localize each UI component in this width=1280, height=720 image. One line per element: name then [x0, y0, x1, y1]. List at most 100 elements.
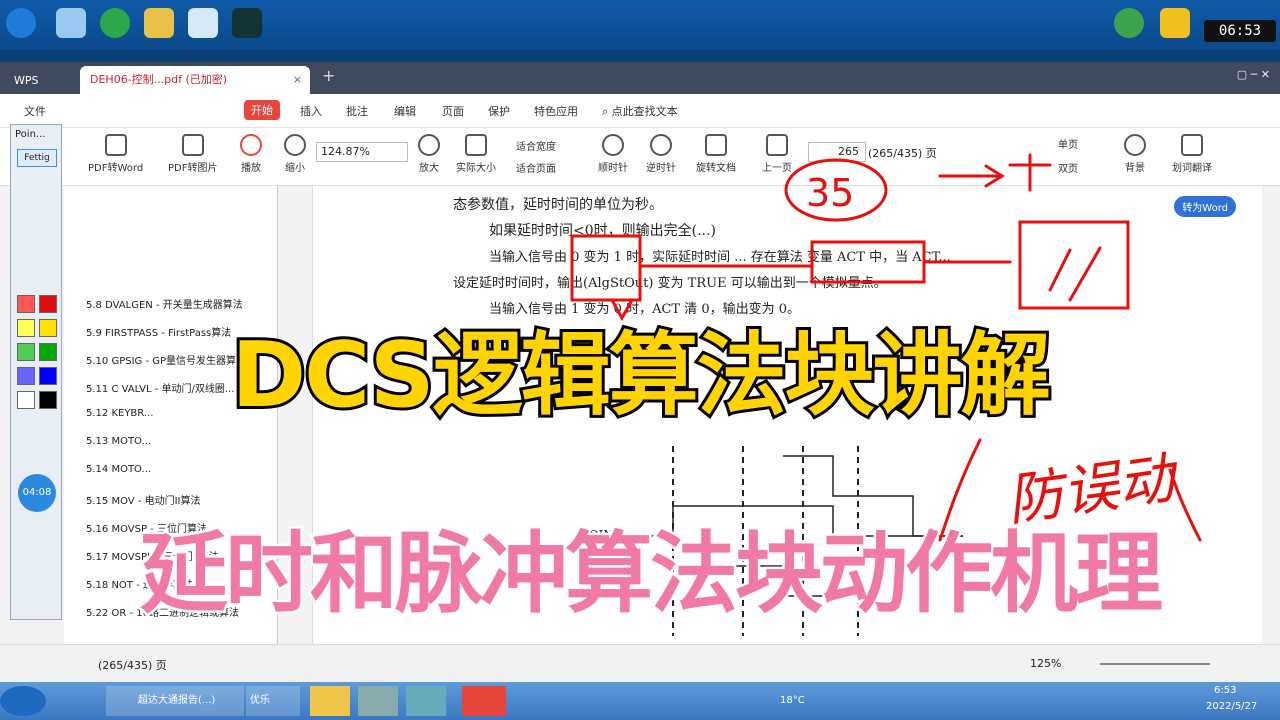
prev-page-label: 上一页 [762, 163, 792, 174]
swatch-red[interactable] [39, 295, 57, 313]
page-count: (265/435) 页 [868, 147, 937, 160]
status-bar: (265/435) 页 125% [0, 644, 1280, 682]
rotate-ccw-button[interactable]: 逆时针 [646, 134, 676, 174]
prev-page-button[interactable]: 上一页 [762, 134, 792, 174]
swatch-light-blue[interactable] [17, 367, 35, 385]
doc-line-2: 如果延时时间<0时，则输出完全(...) [489, 223, 716, 239]
taskbar-item-1[interactable]: 超达大通报告(...) [106, 686, 244, 716]
swatch-white[interactable] [17, 391, 35, 409]
swatch-light-green[interactable] [17, 343, 35, 361]
zoom-out-button[interactable]: 缩小 [284, 134, 306, 174]
fit-width-button[interactable]: 适合宽度 [516, 138, 556, 153]
computer-icon[interactable] [56, 8, 86, 38]
background-label: 背景 [1125, 163, 1145, 174]
swatch-green[interactable] [39, 343, 57, 361]
tab-document-title: DEH06-控制...pdf (已加密) [90, 73, 228, 86]
monitor-icon[interactable] [232, 8, 262, 38]
outline-item[interactable]: 5.8 DVALGEN - 开关量生成器算法 [86, 296, 243, 311]
taskbar-monitor-icon[interactable] [406, 686, 446, 716]
word-icon [104, 134, 127, 156]
background-button[interactable]: 背景 [1124, 134, 1146, 174]
menu-home[interactable]: 开始 [244, 100, 280, 120]
single-page-button[interactable]: 单页 [1058, 136, 1078, 151]
chart-icon[interactable] [188, 8, 218, 38]
start-button[interactable] [0, 686, 46, 716]
doc-line-4: 设定延时时间时，输出(AlgStOut) 变为 TRUE 可以输出到一个模拟量点… [453, 276, 887, 291]
outline-item[interactable]: 5.15 MOV - 电动门II算法 [86, 492, 200, 507]
play-button[interactable]: 播放 [240, 134, 262, 174]
rotate-doc-icon [705, 134, 727, 156]
menu-features[interactable]: 特色应用 [534, 103, 578, 119]
folder-search-icon[interactable] [144, 8, 174, 38]
translate-button[interactable]: 划词翻译 [1172, 134, 1212, 174]
outline-item[interactable]: 5.14 MOTO... [86, 464, 151, 475]
swatch-light-yellow[interactable] [17, 319, 35, 337]
rotate-doc-button[interactable]: 旋转文档 [696, 134, 736, 174]
pdf-to-word-button[interactable]: PDF转Word [88, 134, 143, 174]
overlay-main-title: DCS逻辑算法块讲解 [228, 320, 1053, 431]
toolbar: 手型 选择 PDF转Word PDF转图片 播放 缩小 124.87% 放大 实… [0, 128, 1280, 186]
green-ball-icon[interactable] [100, 8, 130, 38]
page-number-input[interactable]: 265 [808, 142, 866, 162]
pdf-to-image-label: PDF转图片 [168, 163, 218, 174]
tray-pen-icon[interactable] [1160, 8, 1190, 38]
outline-item[interactable]: 5.12 KEYBR... [86, 408, 153, 419]
pen-panel-title: Poin... [15, 129, 46, 140]
menu-insert[interactable]: 插入 [300, 103, 322, 119]
add-tab-icon[interactable]: + [322, 66, 335, 85]
zoom-slider[interactable] [1100, 663, 1210, 665]
overlay-subtitle: 延时和脉冲算法块动作机理 [137, 520, 1165, 628]
fit-page-button[interactable]: 适合页面 [516, 160, 556, 175]
menu-annotate[interactable]: 批注 [346, 103, 368, 119]
taskbar-folder-icon[interactable] [310, 686, 350, 716]
tab-document[interactable]: DEH06-控制...pdf (已加密) × [80, 66, 310, 94]
to-word-button[interactable]: 转为Word [1174, 196, 1236, 217]
doc-line-5: 当输入信号由 1 变为 0 时，ACT 清 0，输出变为 0。 [489, 302, 801, 317]
actual-size-label: 实际大小 [456, 163, 496, 174]
desktop-clock: 06:53 [1204, 20, 1276, 42]
swatch-blue[interactable] [39, 367, 57, 385]
rotate-doc-label: 旋转文档 [696, 163, 736, 174]
tray-green-icon[interactable] [1114, 8, 1144, 38]
zoom-select[interactable]: 124.87% [316, 142, 408, 162]
search-icon: ⌕ [602, 105, 612, 118]
swatch-light-red[interactable] [17, 295, 35, 313]
close-icon[interactable]: × [293, 66, 302, 94]
taskbar-item-2[interactable]: 优乐 [246, 686, 300, 716]
moon-icon [1124, 134, 1146, 156]
status-zoom: 125% [1030, 657, 1062, 670]
swatch-black[interactable] [39, 391, 57, 409]
ie-icon[interactable] [6, 8, 36, 38]
tab-bar: WPS DEH06-控制...pdf (已加密) × + ▢ ─ ✕ [0, 62, 1280, 94]
taskbar-p-icon[interactable] [358, 686, 398, 716]
taskbar: 超达大通报告(...) 优乐 18°C 6:53 2022/5/27 [0, 682, 1280, 720]
image-icon [181, 134, 204, 156]
menu-edit[interactable]: 编辑 [394, 103, 416, 119]
menu-page[interactable]: 页面 [442, 103, 464, 119]
taskbar-date: 2022/5/27 [1206, 701, 1258, 712]
pdf-to-word-label: PDF转Word [88, 163, 144, 174]
desktop-top-bar: 06:53 [0, 0, 1280, 50]
menu-bar: 文件 开始 插入 批注 编辑 页面 保护 特色应用 ⌕ 点此查找文本 [0, 94, 1280, 128]
menu-file[interactable]: 文件 [24, 103, 46, 119]
status-page-count: (265/435) 页 [98, 659, 167, 672]
translate-icon [1181, 134, 1203, 156]
double-page-button[interactable]: 双页 [1058, 160, 1078, 175]
zoom-out-icon [284, 134, 306, 156]
zoom-in-label: 放大 [419, 163, 439, 174]
rotate-cw-button[interactable]: 顺时针 [598, 134, 628, 174]
zoom-out-label: 缩小 [285, 163, 305, 174]
window-controls[interactable]: ▢ ─ ✕ [1237, 68, 1270, 81]
tab-wps[interactable]: WPS [6, 68, 70, 94]
outline-item[interactable]: 5.13 MOTO... [86, 436, 151, 447]
pen-mode-button[interactable]: Fettig [17, 149, 57, 167]
pdf-to-image-button[interactable]: PDF转图片 [168, 134, 217, 174]
zoom-in-button[interactable]: 放大 [418, 134, 440, 174]
actual-size-button[interactable]: 实际大小 [456, 134, 496, 174]
taskbar-wps-icon[interactable] [462, 686, 506, 716]
menu-protect[interactable]: 保护 [488, 103, 510, 119]
search-field[interactable]: ⌕ 点此查找文本 [602, 103, 678, 119]
actual-size-icon [465, 134, 487, 156]
rotate-ccw-icon [650, 134, 672, 156]
swatch-yellow[interactable] [39, 319, 57, 337]
